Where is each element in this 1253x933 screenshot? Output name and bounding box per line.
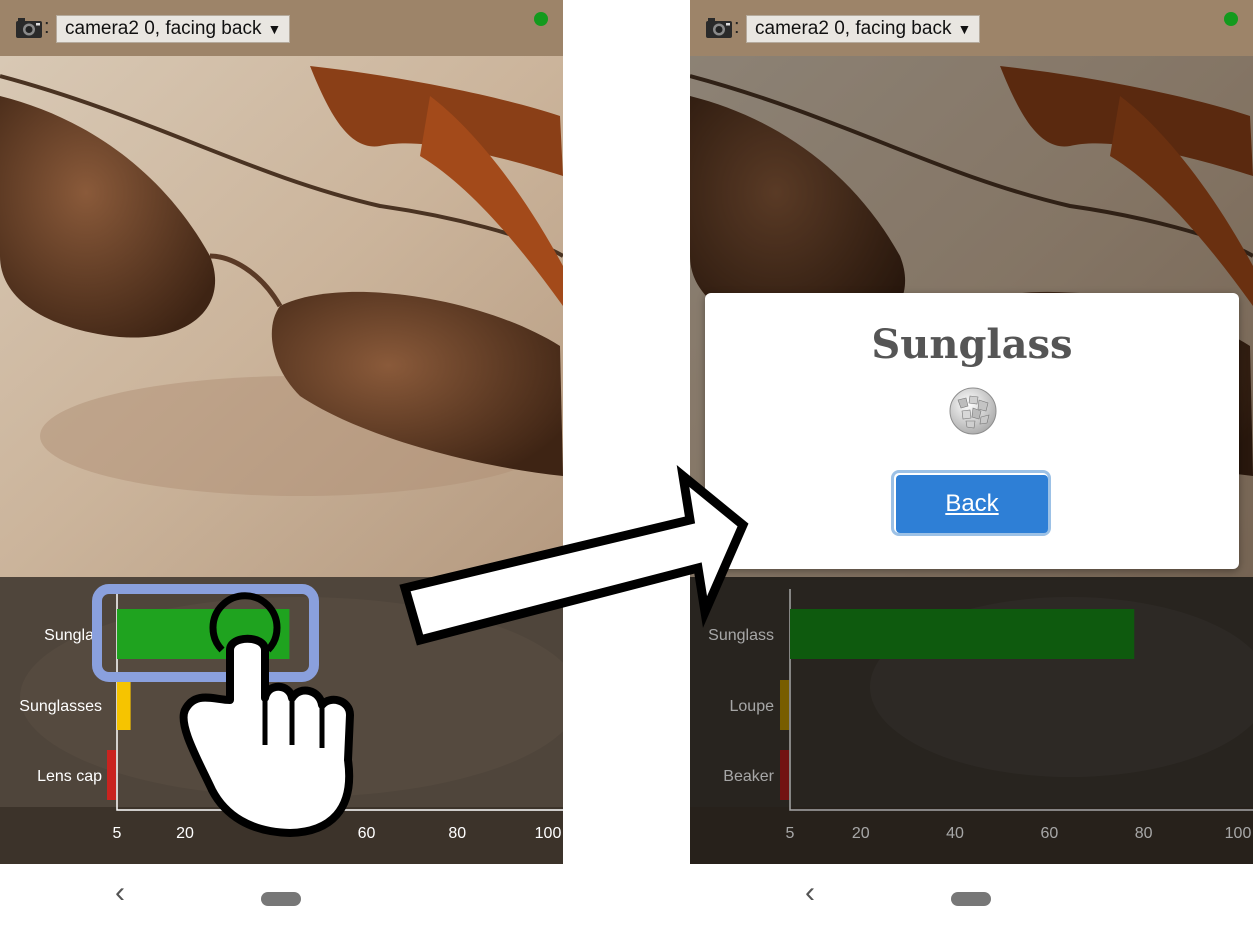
camera-toolbar: : camera2 0, facing back ▼ [690,0,1253,56]
chart-tick-label: 80 [448,825,466,842]
camera-label-separator: : [44,16,50,38]
chart-tick-label: 5 [786,825,795,842]
chart-tick-label: 80 [1135,825,1153,842]
chart-tick-label: 5 [113,825,122,842]
prediction-detail-dialog: Sunglass Back [705,293,1239,569]
sunglasses-photo [0,56,563,577]
chart-tick-label: 20 [176,825,194,842]
status-dot [534,12,548,26]
chart-tick-label: 60 [358,825,376,842]
chart-bar-sunglass [117,609,290,659]
wikipedia-globe-icon[interactable] [948,386,998,436]
predictions-chart: Sunglas Sunglasses Lens cap 5 20 60 80 100 [0,577,563,864]
chevron-down-icon: ▼ [267,21,282,37]
chart-plot: Sunglas Sunglasses Lens cap 5 20 60 80 100 [19,589,563,842]
camera-select-value: camera2 0, facing back [755,18,952,39]
chart-bar-sunglasses [117,680,131,730]
chart-tick-label: 20 [852,825,870,842]
chart-tick-label: 60 [1040,825,1058,842]
screen-after-tap: : camera2 0, facing back ▼ Sunglass Loupe B… [690,0,1253,933]
camera-select[interactable]: camera2 0, facing back ▼ [746,15,981,43]
chart-tick-label: 100 [1225,825,1252,842]
dialog-title: Sunglass [871,321,1073,368]
nav-home-button[interactable] [261,892,301,906]
status-dot [1224,12,1238,26]
chart-category-label: Sunglass [708,627,774,644]
chart-tick-label: 40 [946,825,964,842]
camera-label-separator: : [734,16,740,38]
chart-category-label: Sunglas [44,627,102,644]
chart-category-label: Lens cap [37,768,102,785]
chart-bar-lens-cap [107,750,116,800]
chevron-down-icon: ▼ [957,21,972,37]
camera-select[interactable]: camera2 0, facing back ▼ [56,15,291,43]
camera-preview [0,56,563,577]
screen-before-tap: : camera2 0, facing back ▼ Sunglas Sungl… [0,0,563,933]
camera-select-value: camera2 0, facing back [65,18,262,39]
nav-back-button[interactable]: ‹ [805,878,815,908]
chart-category-label: Loupe [730,698,775,715]
chart-category-label: Beaker [723,768,774,785]
chart-plot: Sunglass Loupe Beaker 5 20 40 60 80 100 [708,589,1253,842]
camera-icon [16,18,42,38]
camera-icon [706,18,732,38]
chart-bar-loupe [780,680,789,730]
nav-back-button[interactable]: ‹ [115,878,125,908]
chart-bar-beaker [780,750,789,800]
chart-tick-label: 100 [535,825,562,842]
chart-category-label: Sunglasses [19,698,102,715]
chart-bar-sunglass [790,609,1135,659]
predictions-chart: Sunglass Loupe Beaker 5 20 40 60 80 100 [690,577,1253,864]
nav-home-button[interactable] [951,892,991,906]
camera-toolbar: : camera2 0, facing back ▼ [0,0,563,56]
back-button[interactable]: Back [896,475,1048,533]
